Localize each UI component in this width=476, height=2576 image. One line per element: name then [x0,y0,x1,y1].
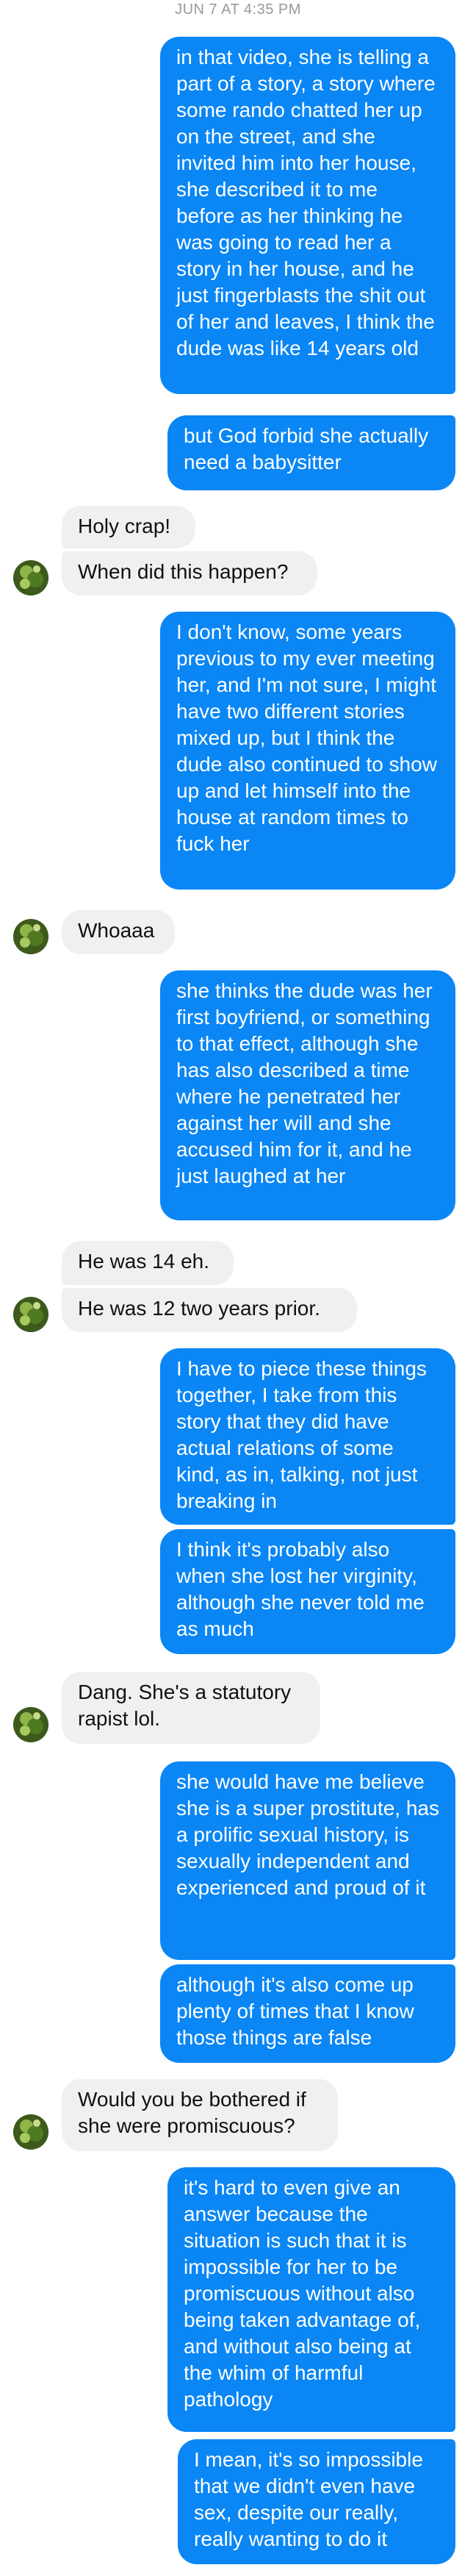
outgoing-message[interactable]: it's hard to even give an answer because… [167,2167,455,2432]
avatar-icon [13,1297,48,1332]
contact-avatar[interactable] [13,1707,48,1742]
outgoing-message[interactable]: she would have me believe she is a super… [160,1761,455,1960]
incoming-message[interactable]: Holy crap! [62,506,195,548]
message-text: Would you be bothered if she were promis… [78,2088,306,2137]
outgoing-message[interactable]: although it's also come up plenty of tim… [160,1964,455,2063]
message-text: she thinks the dude was her first boyfri… [176,979,433,1187]
message-text: she would have me believe she is a super… [176,1770,439,1899]
contact-avatar[interactable] [13,1297,48,1332]
incoming-message[interactable]: Dang. She's a statutory rapist lol. [62,1672,320,1744]
message-text: He was 12 two years prior. [78,1297,320,1320]
avatar-icon [13,2114,48,2150]
incoming-message[interactable]: Whoaaa [62,910,175,954]
conversation-timestamp: JUN 7 AT 4:35 PM [175,1,301,18]
outgoing-message[interactable]: I mean, it's so impossible that we didn'… [178,2439,455,2564]
outgoing-message[interactable]: I don't know, some years previous to my … [160,612,455,890]
message-text: I have to piece these things together, I… [176,1357,427,1512]
avatar-icon [13,1707,48,1742]
incoming-message[interactable]: He was 12 two years prior. [62,1288,357,1332]
message-text: I think it's probably also when she lost… [176,1538,425,1640]
contact-avatar[interactable] [13,2114,48,2150]
message-text: When did this happen? [78,560,289,583]
message-text: it's hard to even give an answer because… [184,2176,421,2411]
incoming-message[interactable]: He was 14 eh. [62,1241,234,1285]
message-text: Dang. She's a statutory rapist lol. [78,1681,292,1730]
outgoing-message[interactable]: I think it's probably also when she lost… [160,1529,455,1654]
contact-avatar[interactable] [13,560,48,595]
outgoing-message[interactable]: I have to piece these things together, I… [160,1348,455,1525]
message-text: Whoaaa [78,919,155,942]
message-text: Holy crap! [78,515,171,537]
message-text: but God forbid she actually need a babys… [184,424,429,473]
message-text: in that video, she is telling a part of … [176,46,436,359]
outgoing-message[interactable]: she thinks the dude was her first boyfri… [160,970,455,1220]
incoming-message[interactable]: Would you be bothered if she were promis… [62,2079,338,2151]
message-text: I don't know, some years previous to my … [176,620,437,855]
message-text: He was 14 eh. [78,1250,209,1273]
outgoing-message[interactable]: in that video, she is telling a part of … [160,37,455,394]
avatar-icon [13,919,48,954]
contact-avatar[interactable] [13,919,48,954]
outgoing-message[interactable]: but God forbid she actually need a babys… [167,415,455,490]
message-text: although it's also come up plenty of tim… [176,1973,414,2049]
incoming-message[interactable]: When did this happen? [62,551,317,595]
message-text: I mean, it's so impossible that we didn'… [194,2448,423,2550]
avatar-icon [13,560,48,595]
